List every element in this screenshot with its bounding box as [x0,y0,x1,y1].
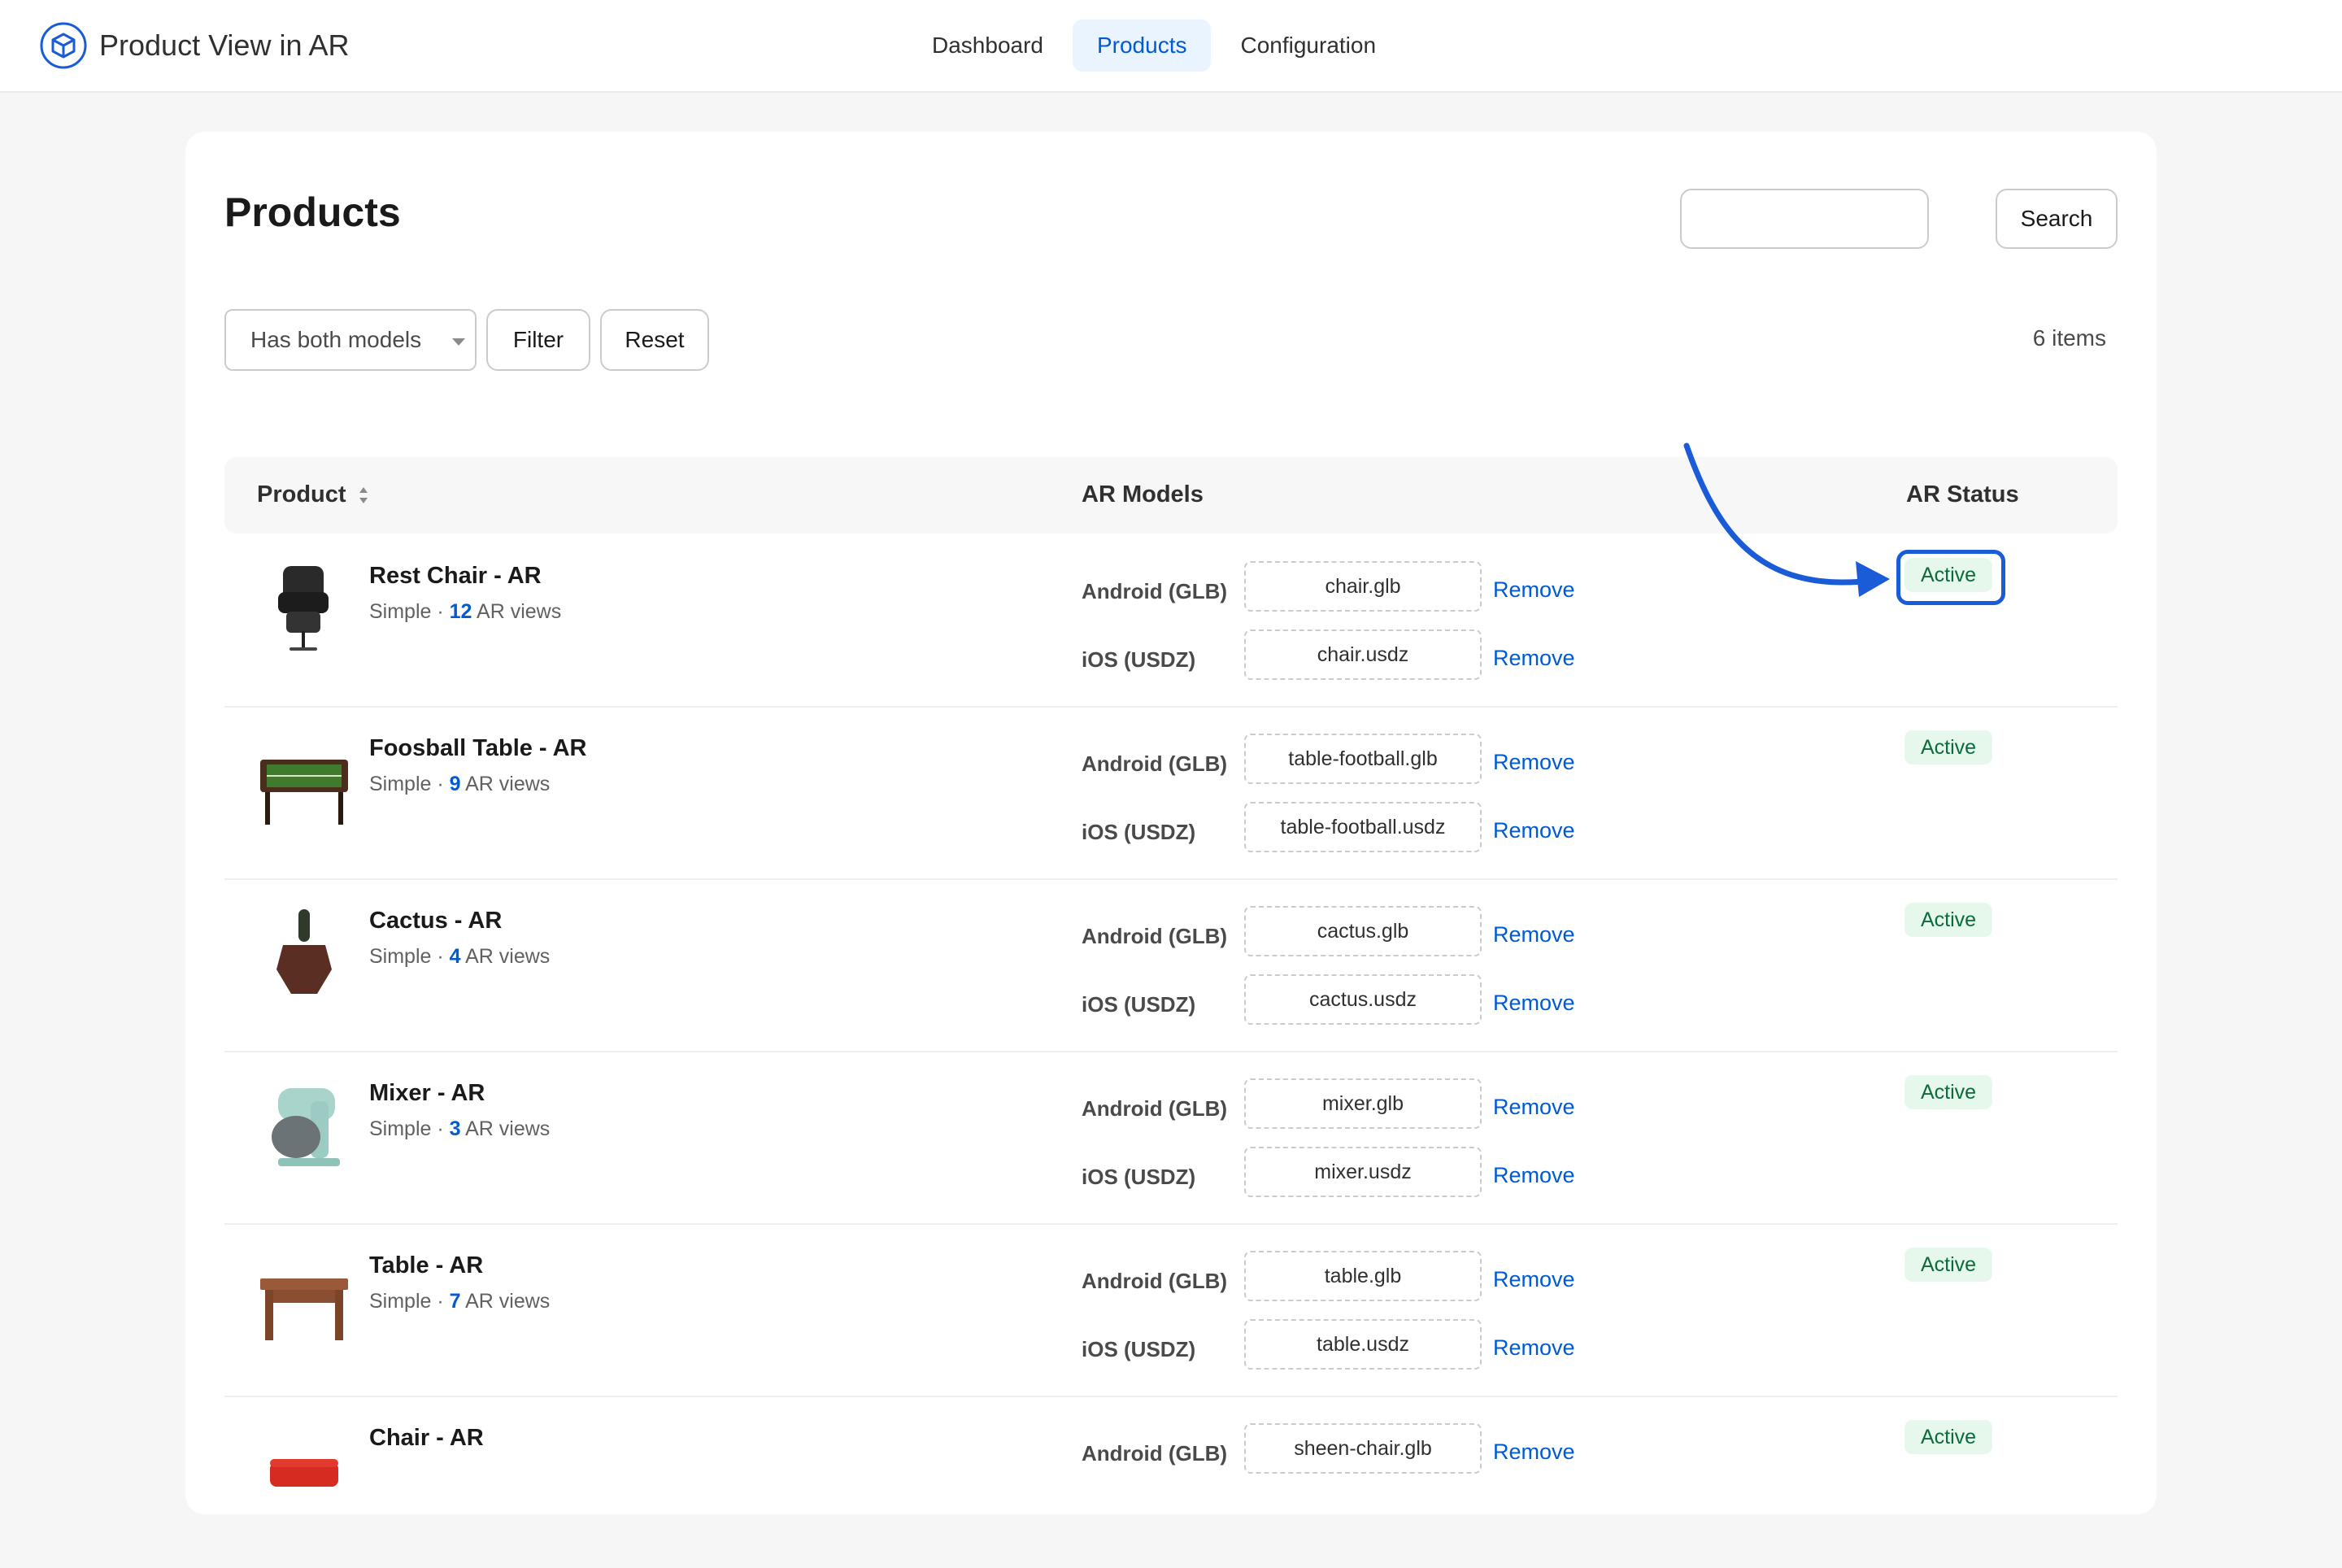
search-input[interactable] [1680,189,1929,249]
column-header-ar-models: AR Models [1082,481,1204,507]
table-row: Chair - AR Android (GLB) sheen-chair.glb… [224,1396,2118,1568]
nav-configuration[interactable]: Configuration [1216,20,1400,72]
android-model-file[interactable]: table.glb [1244,1251,1482,1301]
product-name[interactable]: Rest Chair - AR [369,563,542,590]
product-thumbnail [270,1459,338,1487]
model-filter-select[interactable]: Has both models [224,309,477,371]
ios-model-file[interactable]: mixer.usdz [1244,1147,1482,1197]
chevron-down-icon [452,338,465,346]
item-count: 6 items [2032,325,2106,351]
search-button[interactable]: Search [1996,189,2118,249]
table-row: Mixer - AR Simple · 3 AR views Android (… [224,1051,2118,1225]
table-row: Foosball Table - AR Simple · 9 AR views … [224,706,2118,880]
product-meta: Simple · 9 AR views [369,773,551,795]
android-model-file[interactable]: table-football.glb [1244,734,1482,784]
ios-model-label: iOS (USDZ) [1082,1337,1196,1361]
android-model-label: Android (GLB) [1082,924,1228,948]
ios-model-file[interactable]: table.usdz [1244,1319,1482,1370]
status-badge: Active [1905,1248,1993,1282]
column-header-ar-status: AR Status [1906,481,2019,507]
product-thumbnail [272,1088,340,1166]
model-filter-value: Has both models [250,327,422,352]
remove-android-model-button[interactable]: Remove [1493,1267,1575,1292]
ios-model-file[interactable]: table-football.usdz [1244,802,1482,852]
product-thumbnail [260,1278,348,1340]
product-thumbnail [278,566,329,651]
android-model-label: Android (GLB) [1082,1441,1228,1466]
android-model-file[interactable]: chair.glb [1244,561,1482,612]
nav-products[interactable]: Products [1072,20,1212,72]
ios-model-label: iOS (USDZ) [1082,647,1196,672]
ios-model-label: iOS (USDZ) [1082,1165,1196,1189]
app-title: Product View in AR [99,28,350,62]
filter-button[interactable]: Filter [486,309,590,371]
page-title: Products [224,189,401,235]
remove-android-model-button[interactable]: Remove [1493,577,1575,603]
remove-ios-model-button[interactable]: Remove [1493,991,1575,1016]
cube-icon [40,22,87,69]
product-name[interactable]: Table - AR [369,1252,483,1279]
product-meta: Simple · 4 AR views [369,945,551,968]
brand[interactable]: Product View in AR [39,21,350,70]
column-header-product[interactable]: Product [257,481,369,508]
table-row: Cactus - AR Simple · 4 AR views Android … [224,878,2118,1052]
ios-model-label: iOS (USDZ) [1082,992,1196,1017]
top-bar: Product View in AR Dashboard Products Co… [0,0,2342,93]
remove-ios-model-button[interactable]: Remove [1493,1335,1575,1361]
status-badge: Active [1905,903,1993,937]
status-badge: Active [1905,1075,1993,1109]
column-header-product-label: Product [257,481,346,507]
table-header: Product AR Models AR Status [224,457,2118,534]
remove-ios-model-button[interactable]: Remove [1493,646,1575,671]
product-meta: Simple · 3 AR views [369,1117,551,1140]
product-name[interactable]: Cactus - AR [369,908,502,934]
product-name[interactable]: Mixer - AR [369,1080,485,1107]
products-card: Products Search Has both models Filter R… [185,132,2157,1514]
android-model-label: Android (GLB) [1082,751,1228,776]
reset-button[interactable]: Reset [600,309,709,371]
remove-ios-model-button[interactable]: Remove [1493,818,1575,843]
product-meta: Simple · 12 AR views [369,600,562,623]
remove-android-model-button[interactable]: Remove [1493,750,1575,775]
table-row: Rest Chair - AR Simple · 12 AR views And… [224,534,2118,708]
remove-ios-model-button[interactable]: Remove [1493,1163,1575,1188]
android-model-file[interactable]: sheen-chair.glb [1244,1423,1482,1474]
product-name[interactable]: Foosball Table - AR [369,735,586,762]
main-nav: Dashboard Products Configuration [908,20,1405,72]
android-model-label: Android (GLB) [1082,579,1228,603]
table-row: Table - AR Simple · 7 AR views Android (… [224,1223,2118,1397]
remove-android-model-button[interactable]: Remove [1493,1095,1575,1120]
remove-android-model-button[interactable]: Remove [1493,1440,1575,1465]
ios-model-file[interactable]: chair.usdz [1244,629,1482,680]
android-model-file[interactable]: cactus.glb [1244,906,1482,956]
product-thumbnail [260,760,348,825]
nav-dashboard[interactable]: Dashboard [908,20,1068,72]
ios-model-file[interactable]: cactus.usdz [1244,974,1482,1025]
remove-android-model-button[interactable]: Remove [1493,922,1575,947]
ios-model-label: iOS (USDZ) [1082,820,1196,844]
status-badge: Active [1905,1420,1993,1454]
sort-icon [359,487,368,504]
product-name[interactable]: Chair - AR [369,1425,484,1452]
android-model-file[interactable]: mixer.glb [1244,1078,1482,1129]
product-meta: Simple · 7 AR views [369,1290,551,1313]
product-thumbnail [276,909,332,994]
android-model-label: Android (GLB) [1082,1269,1228,1293]
android-model-label: Android (GLB) [1082,1096,1228,1121]
status-badge: Active [1905,730,1993,764]
status-highlight-box [1896,550,2005,605]
